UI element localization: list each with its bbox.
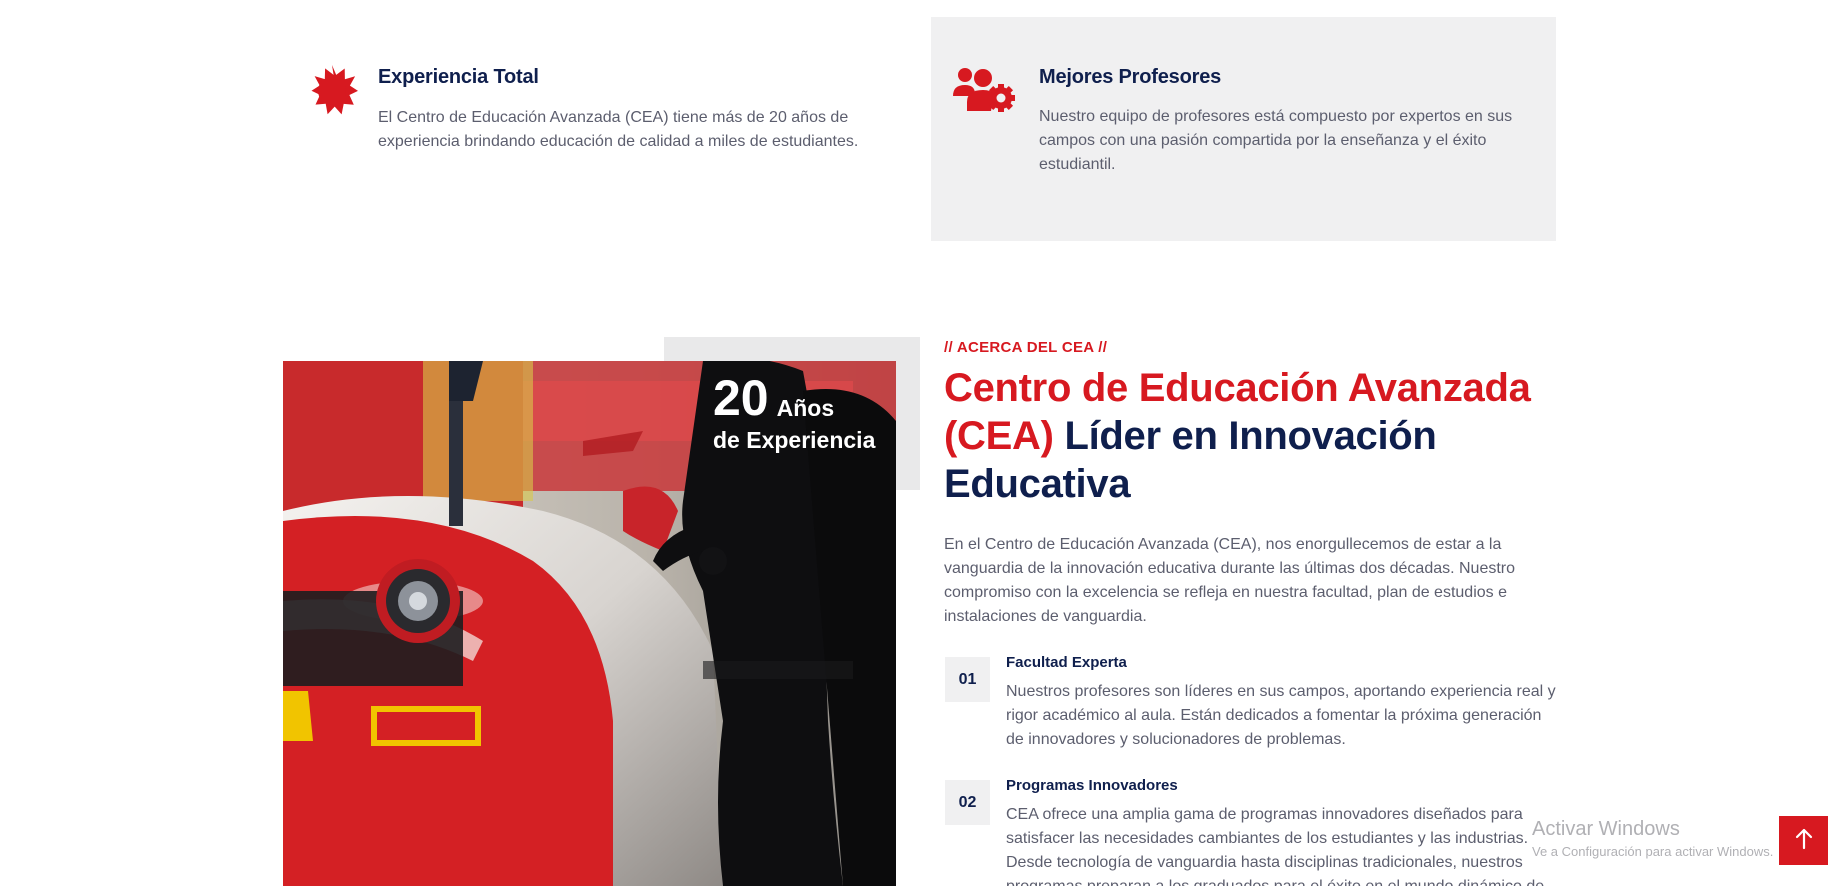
badge-starburst-icon	[305, 64, 359, 118]
experience-badge: 20 Años de Experiencia	[713, 370, 875, 454]
feature-text: Nuestro equipo de profesores está compue…	[1039, 108, 1513, 173]
point-title: Programas Innovadores	[1006, 777, 1178, 794]
experience-subtitle: de Experiencia	[713, 427, 876, 453]
point-number: 01	[945, 657, 990, 702]
watermark-subtitle: Ve a Configuración para activar Windows.	[1532, 844, 1774, 859]
section-eyebrow: // ACERCA DEL CEA //	[944, 339, 1108, 356]
experience-number: 20	[713, 370, 769, 426]
feature-experiencia-total: Experiencia Total El Centro de Educación…	[283, 18, 913, 242]
watermark-title: Activar Windows	[1532, 818, 1680, 840]
arrow-up-icon	[1794, 828, 1814, 853]
point-title: Facultad Experta	[1006, 654, 1127, 671]
page: Experiencia Total El Centro de Educación…	[0, 0, 1837, 886]
feature-title: Mejores Profesores	[1039, 66, 1222, 88]
feature-mejores-profesores: Mejores Profesores Nuestro equipo de pro…	[931, 17, 1556, 241]
experience-unit: Años	[776, 395, 835, 421]
section-title: Centro de Educación Avanzada (CEA) Líder…	[944, 364, 1544, 508]
point-number: 02	[945, 780, 990, 825]
section-intro: En el Centro de Educación Avanzada (CEA)…	[944, 536, 1516, 625]
point-text: CEA ofrece una amplia gama de programas …	[1006, 806, 1544, 886]
scroll-to-top-button[interactable]	[1779, 816, 1828, 865]
feature-title: Experiencia Total	[378, 66, 539, 88]
feature-text: El Centro de Educación Avanzada (CEA) ti…	[378, 109, 859, 150]
windows-activation-watermark: Activar Windows Ve a Configuración para …	[1532, 818, 1773, 859]
point-text: Nuestros profesores son líderes en sus c…	[1006, 683, 1556, 748]
users-gear-icon	[953, 66, 1015, 112]
